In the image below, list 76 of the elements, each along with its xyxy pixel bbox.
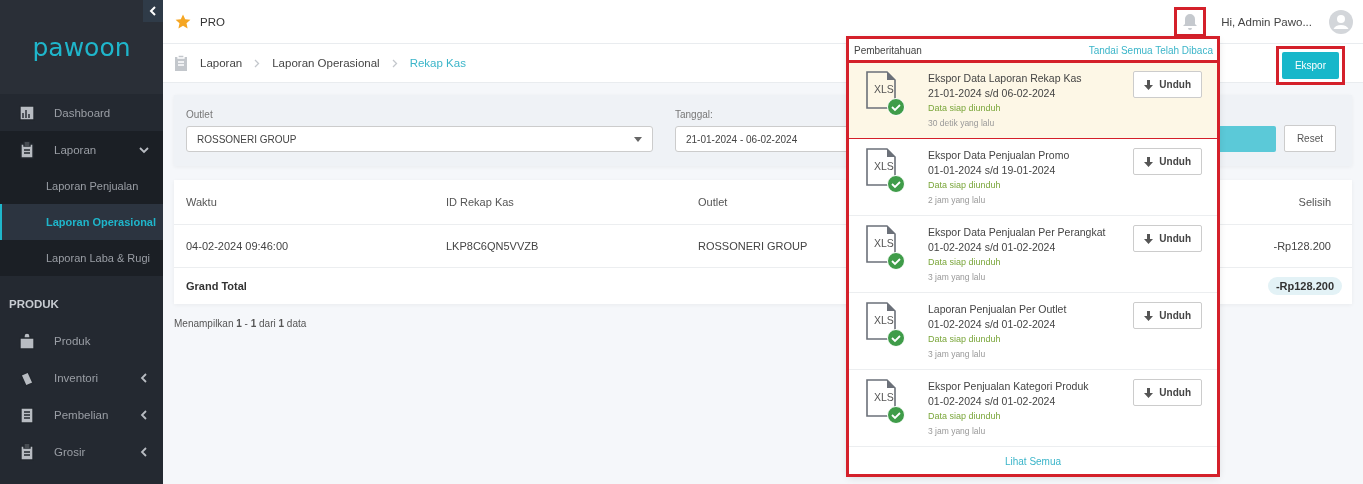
caret-icon [139, 372, 149, 383]
chevron-icon [391, 58, 398, 68]
nav-icon [18, 331, 36, 350]
status-text: Data siap diunduh [928, 256, 1002, 269]
timestamp: 3 jam yang lalu [928, 348, 987, 361]
download-button[interactable]: Unduh [1133, 148, 1202, 175]
star-icon [175, 13, 191, 30]
download-icon [1144, 79, 1154, 90]
collapse-button[interactable] [143, 0, 163, 22]
user-greeting[interactable]: Hi, Admin Pawo... [1221, 15, 1312, 28]
bell-icon [1182, 12, 1199, 31]
reset-button[interactable]: Reset [1283, 125, 1336, 152]
caret-icon [139, 409, 149, 420]
date-range: 01-02-2024 s/d 01-02-2024 [928, 317, 1057, 332]
date-range: 01-01-2024 s/d 19-01-2024 [928, 163, 1057, 178]
date-range: 21-01-2024 s/d 06-02-2024 [928, 86, 1057, 101]
section-heading: PRODUK [8, 297, 60, 312]
download-icon [1144, 310, 1154, 321]
column-header: Waktu [186, 196, 218, 208]
notification-title: Ekspor Penjualan Kategori Produk [928, 379, 1090, 394]
caret-icon [139, 446, 149, 457]
nav-item[interactable]: Laporan [0, 131, 163, 168]
download-icon [1144, 387, 1154, 398]
table-cell-text: 04-02-2024 09:46:00 [186, 240, 290, 252]
notification-title: Ekspor Data Penjualan Promo [928, 148, 1071, 163]
download-button[interactable]: Unduh [1133, 302, 1202, 329]
total-value: -Rp128.200 [1267, 277, 1342, 295]
timestamp: 30 detik yang lalu [928, 117, 996, 130]
download-icon [1144, 156, 1154, 167]
timestamp: 3 jam yang lalu [928, 271, 987, 284]
logo: pawoon [32, 32, 131, 62]
status-text: Data siap diunduh [928, 102, 1002, 115]
table-cell-text: LKP8C6QN5VVZB [446, 240, 540, 252]
column-header: Outlet [698, 196, 729, 208]
column-header: ID Rekap Kas [446, 196, 515, 208]
field-label: Tanggal: [675, 109, 714, 120]
outlet-select[interactable]: ROSSONERI GROUP [186, 126, 653, 152]
notification-item[interactable]: XLS Ekspor Data Penjualan Promo 01-01-2024 s/d 19-01-2024 Data siap diunduh 2 jam yang lalu Unduh [848, 139, 1218, 216]
chevron-icon [254, 58, 261, 68]
date-range: 01-02-2024 s/d 01-02-2024 [928, 394, 1057, 409]
breadcrumb-link[interactable]: Laporan [200, 57, 243, 69]
clipboard-icon [174, 55, 188, 71]
dropdown-icon [634, 136, 642, 142]
status-text: Data siap diunduh [928, 410, 1002, 423]
nav-icon [18, 405, 36, 424]
download-button[interactable]: Unduh [1133, 71, 1202, 98]
column-header: Selisih [1298, 196, 1331, 208]
status-text: Data siap diunduh [928, 179, 1002, 192]
timestamp: 3 jam yang lalu [928, 425, 987, 438]
caret-icon [139, 144, 149, 155]
notification-title: Laporan Penjualan Per Outlet [928, 302, 1068, 317]
download-button[interactable]: Unduh [1133, 379, 1202, 406]
notification-item[interactable]: XLS Ekspor Data Laporan Rekap Kas 21-01-2024 s/d 06-02-2024 Data siap diunduh 30 detik yang lalu Unduh [848, 62, 1218, 139]
notification-button[interactable] [1176, 8, 1205, 35]
total-label: Grand Total [186, 280, 247, 292]
download-button[interactable]: Unduh [1133, 225, 1202, 252]
notification-title: Ekspor Data Laporan Rekap Kas [928, 71, 1083, 86]
nav-subitem[interactable]: Laporan Laba & Rugi [0, 240, 163, 276]
date-range: 01-02-2024 s/d 01-02-2024 [928, 240, 1057, 255]
status-text: Data siap diunduh [928, 333, 1002, 346]
nav-subitem[interactable]: Laporan Operasional [0, 204, 163, 240]
timestamp: 2 jam yang lalu [928, 194, 987, 207]
field-label: Outlet [186, 109, 214, 120]
nav-icon [18, 103, 36, 122]
download-icon [1144, 233, 1154, 244]
notification-title: Ekspor Data Penjualan Per Perangkat [928, 225, 1107, 240]
table-cell: -Rp128.200 [1273, 240, 1331, 252]
nav-subitem[interactable]: Laporan Penjualan [0, 168, 163, 204]
chevron-icon [149, 6, 157, 16]
popup-title: Pemberitahuan [854, 44, 922, 56]
breadcrumb-link[interactable]: Laporan Operasional [272, 57, 380, 69]
plan-label: PRO [200, 15, 225, 28]
table-cell-text: ROSSONERI GROUP [698, 240, 809, 252]
nav-icon [18, 442, 36, 461]
nav-icon [18, 140, 36, 159]
pagination-text: Menampilkan 1 - 1 dari 1 data [174, 318, 307, 329]
